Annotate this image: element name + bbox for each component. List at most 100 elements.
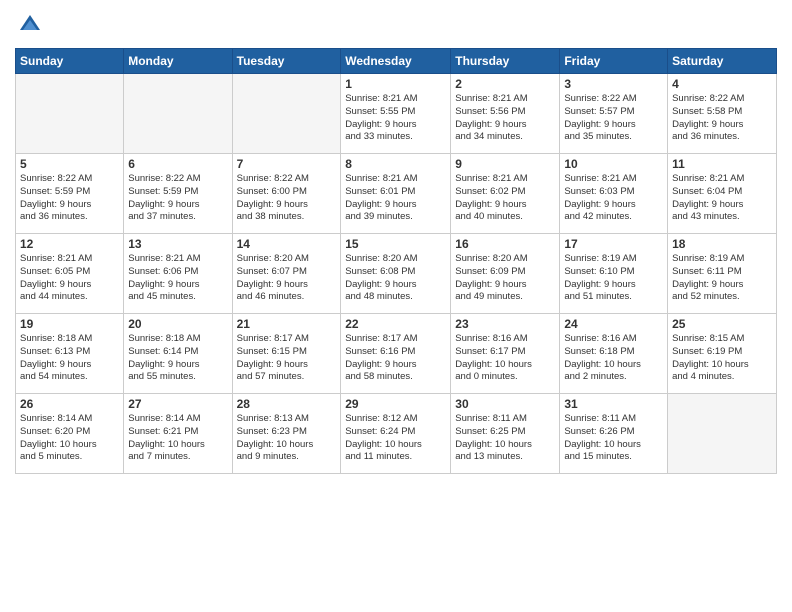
day-number: 4	[672, 77, 772, 91]
day-info: Sunrise: 8:21 AM Sunset: 6:05 PM Dayligh…	[20, 253, 119, 304]
calendar-cell	[232, 74, 341, 154]
day-number: 29	[345, 397, 446, 411]
day-info: Sunrise: 8:18 AM Sunset: 6:14 PM Dayligh…	[128, 333, 227, 384]
day-number: 8	[345, 157, 446, 171]
column-header-sunday: Sunday	[16, 49, 124, 74]
day-number: 6	[128, 157, 227, 171]
day-number: 19	[20, 317, 119, 331]
calendar-cell: 2 Sunrise: 8:21 AM Sunset: 5:56 PM Daylig…	[451, 74, 560, 154]
day-info: Sunrise: 8:11 AM Sunset: 6:25 PM Dayligh…	[455, 413, 555, 464]
calendar-cell: 4 Sunrise: 8:22 AM Sunset: 5:58 PM Daylig…	[668, 74, 777, 154]
day-number: 2	[455, 77, 555, 91]
calendar-cell: 11 Sunrise: 8:21 AM Sunset: 6:04 PM Dayli…	[668, 154, 777, 234]
calendar-cell: 28 Sunrise: 8:13 AM Sunset: 6:23 PM Dayli…	[232, 394, 341, 474]
header	[15, 10, 777, 40]
calendar-cell: 12 Sunrise: 8:21 AM Sunset: 6:05 PM Dayli…	[16, 234, 124, 314]
day-number: 18	[672, 237, 772, 251]
day-info: Sunrise: 8:20 AM Sunset: 6:07 PM Dayligh…	[237, 253, 337, 304]
column-header-saturday: Saturday	[668, 49, 777, 74]
day-number: 23	[455, 317, 555, 331]
calendar-cell: 22Sunrise: 8:17 AM Sunset: 6:16 PM Dayli…	[341, 314, 451, 394]
day-info: Sunrise: 8:11 AM Sunset: 6:26 PM Dayligh…	[564, 413, 663, 464]
day-number: 7	[237, 157, 337, 171]
day-info: Sunrise: 8:22 AM Sunset: 5:57 PM Dayligh…	[564, 93, 663, 144]
calendar-cell: 29 Sunrise: 8:12 AM Sunset: 6:24 PM Dayli…	[341, 394, 451, 474]
day-number: 31	[564, 397, 663, 411]
day-number: 3	[564, 77, 663, 91]
calendar-cell: 13 Sunrise: 8:21 AM Sunset: 6:06 PM Dayli…	[124, 234, 232, 314]
day-info: Sunrise: 8:16 AM Sunset: 6:17 PM Dayligh…	[455, 333, 555, 384]
day-info: Sunrise: 8:21 AM Sunset: 6:01 PM Dayligh…	[345, 173, 446, 224]
day-number: 15	[345, 237, 446, 251]
day-info: Sunrise: 8:18 AM Sunset: 6:13 PM Dayligh…	[20, 333, 119, 384]
calendar-cell: 7 Sunrise: 8:22 AM Sunset: 6:00 PM Daylig…	[232, 154, 341, 234]
day-info: Sunrise: 8:12 AM Sunset: 6:24 PM Dayligh…	[345, 413, 446, 464]
column-header-wednesday: Wednesday	[341, 49, 451, 74]
day-info: Sunrise: 8:22 AM Sunset: 5:59 PM Dayligh…	[20, 173, 119, 224]
day-info: Sunrise: 8:21 AM Sunset: 6:02 PM Dayligh…	[455, 173, 555, 224]
day-info: Sunrise: 8:21 AM Sunset: 6:06 PM Dayligh…	[128, 253, 227, 304]
day-info: Sunrise: 8:20 AM Sunset: 6:09 PM Dayligh…	[455, 253, 555, 304]
day-number: 9	[455, 157, 555, 171]
day-number: 5	[20, 157, 119, 171]
column-header-monday: Monday	[124, 49, 232, 74]
day-number: 30	[455, 397, 555, 411]
day-number: 12	[20, 237, 119, 251]
calendar-cell: 21 Sunrise: 8:17 AM Sunset: 6:15 PM Dayli…	[232, 314, 341, 394]
day-number: 21	[237, 317, 337, 331]
calendar-cell: 26 Sunrise: 8:14 AM Sunset: 6:20 PM Dayli…	[16, 394, 124, 474]
calendar-cell: 24Sunrise: 8:16 AM Sunset: 6:18 PM Dayli…	[560, 314, 668, 394]
day-number: 26	[20, 397, 119, 411]
day-info: Sunrise: 8:21 AM Sunset: 5:56 PM Dayligh…	[455, 93, 555, 144]
calendar-header-row: SundayMondayTuesdayWednesdayThursdayFrid…	[16, 49, 777, 74]
day-info: Sunrise: 8:14 AM Sunset: 6:20 PM Dayligh…	[20, 413, 119, 464]
column-header-thursday: Thursday	[451, 49, 560, 74]
day-info: Sunrise: 8:22 AM Sunset: 5:58 PM Dayligh…	[672, 93, 772, 144]
day-info: Sunrise: 8:19 AM Sunset: 6:11 PM Dayligh…	[672, 253, 772, 304]
calendar-cell: 1 Sunrise: 8:21 AM Sunset: 5:55 PM Daylig…	[341, 74, 451, 154]
calendar-cell: 19 Sunrise: 8:18 AM Sunset: 6:13 PM Dayli…	[16, 314, 124, 394]
day-info: Sunrise: 8:21 AM Sunset: 6:04 PM Dayligh…	[672, 173, 772, 224]
calendar-cell: 25Sunrise: 8:15 AM Sunset: 6:19 PM Dayli…	[668, 314, 777, 394]
calendar-cell: 23 Sunrise: 8:16 AM Sunset: 6:17 PM Dayli…	[451, 314, 560, 394]
day-info: Sunrise: 8:22 AM Sunset: 6:00 PM Dayligh…	[237, 173, 337, 224]
calendar-cell: 5 Sunrise: 8:22 AM Sunset: 5:59 PM Daylig…	[16, 154, 124, 234]
week-row-1: 1 Sunrise: 8:21 AM Sunset: 5:55 PM Daylig…	[16, 74, 777, 154]
calendar-table: SundayMondayTuesdayWednesdayThursdayFrid…	[15, 48, 777, 474]
logo	[15, 10, 49, 40]
day-info: Sunrise: 8:20 AM Sunset: 6:08 PM Dayligh…	[345, 253, 446, 304]
day-info: Sunrise: 8:19 AM Sunset: 6:10 PM Dayligh…	[564, 253, 663, 304]
calendar-cell: 9 Sunrise: 8:21 AM Sunset: 6:02 PM Daylig…	[451, 154, 560, 234]
day-info: Sunrise: 8:14 AM Sunset: 6:21 PM Dayligh…	[128, 413, 227, 464]
day-number: 13	[128, 237, 227, 251]
calendar-cell	[124, 74, 232, 154]
day-info: Sunrise: 8:17 AM Sunset: 6:16 PM Dayligh…	[345, 333, 446, 384]
day-info: Sunrise: 8:22 AM Sunset: 5:59 PM Dayligh…	[128, 173, 227, 224]
calendar-cell: 27Sunrise: 8:14 AM Sunset: 6:21 PM Dayli…	[124, 394, 232, 474]
day-number: 16	[455, 237, 555, 251]
calendar-cell	[16, 74, 124, 154]
page: SundayMondayTuesdayWednesdayThursdayFrid…	[0, 0, 792, 612]
day-number: 10	[564, 157, 663, 171]
day-number: 24	[564, 317, 663, 331]
calendar-cell: 18 Sunrise: 8:19 AM Sunset: 6:11 PM Dayli…	[668, 234, 777, 314]
day-number: 17	[564, 237, 663, 251]
calendar-cell: 6 Sunrise: 8:22 AM Sunset: 5:59 PM Daylig…	[124, 154, 232, 234]
calendar-cell: 16 Sunrise: 8:20 AM Sunset: 6:09 PM Dayli…	[451, 234, 560, 314]
calendar-cell: 14Sunrise: 8:20 AM Sunset: 6:07 PM Dayli…	[232, 234, 341, 314]
day-info: Sunrise: 8:21 AM Sunset: 6:03 PM Dayligh…	[564, 173, 663, 224]
day-info: Sunrise: 8:17 AM Sunset: 6:15 PM Dayligh…	[237, 333, 337, 384]
day-info: Sunrise: 8:13 AM Sunset: 6:23 PM Dayligh…	[237, 413, 337, 464]
logo-icon	[15, 10, 45, 40]
day-info: Sunrise: 8:21 AM Sunset: 5:55 PM Dayligh…	[345, 93, 446, 144]
day-number: 1	[345, 77, 446, 91]
calendar-cell: 31 Sunrise: 8:11 AM Sunset: 6:26 PM Dayli…	[560, 394, 668, 474]
week-row-2: 5 Sunrise: 8:22 AM Sunset: 5:59 PM Daylig…	[16, 154, 777, 234]
day-info: Sunrise: 8:15 AM Sunset: 6:19 PM Dayligh…	[672, 333, 772, 384]
week-row-5: 26 Sunrise: 8:14 AM Sunset: 6:20 PM Dayli…	[16, 394, 777, 474]
calendar-cell: 15 Sunrise: 8:20 AM Sunset: 6:08 PM Dayli…	[341, 234, 451, 314]
calendar-cell: 8 Sunrise: 8:21 AM Sunset: 6:01 PM Daylig…	[341, 154, 451, 234]
day-number: 28	[237, 397, 337, 411]
day-number: 20	[128, 317, 227, 331]
day-number: 11	[672, 157, 772, 171]
